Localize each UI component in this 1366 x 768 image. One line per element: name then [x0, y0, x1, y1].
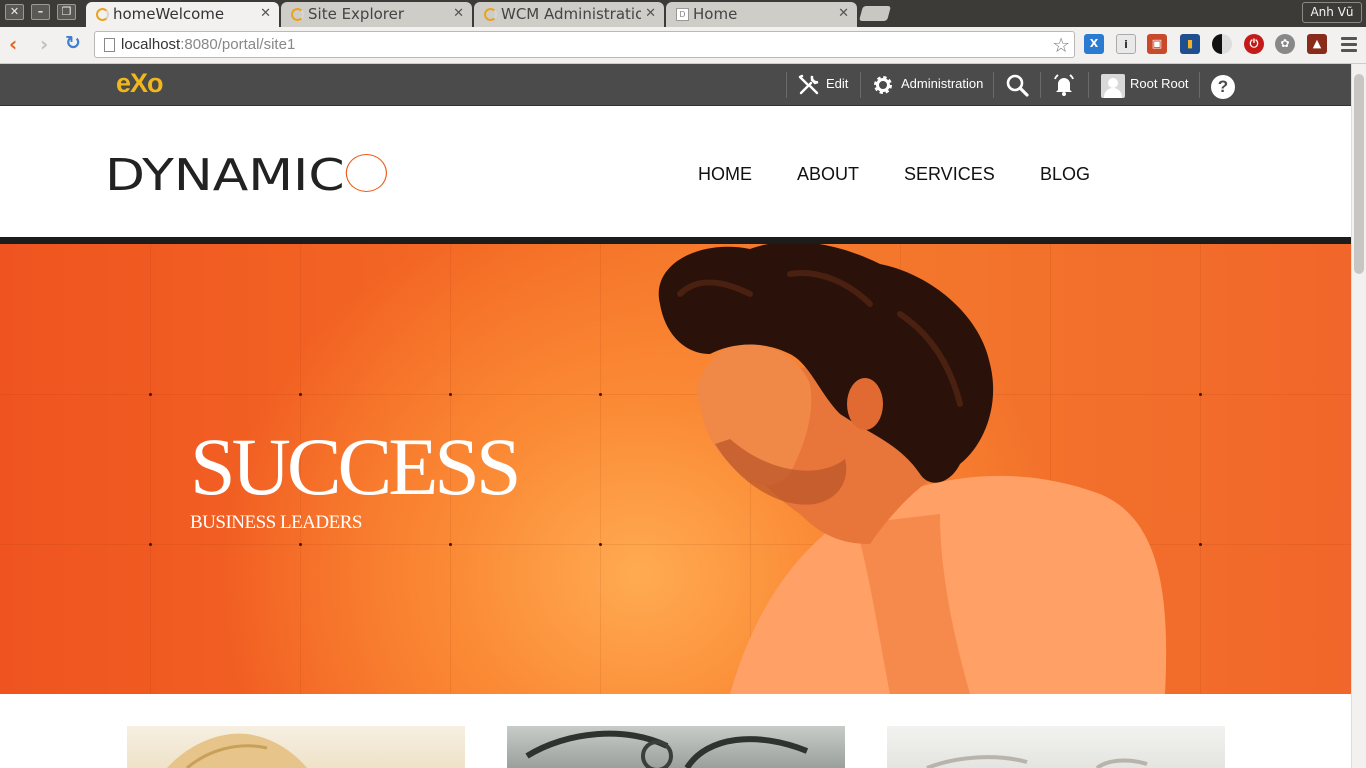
- page-scrollbar[interactable]: [1351, 64, 1366, 768]
- site-header: DYNAMIC HOME ABOUT SERVICES BLOG: [0, 106, 1351, 237]
- browser-menu-icon[interactable]: [1341, 37, 1357, 55]
- extension-translate-icon[interactable]: X: [1084, 34, 1104, 54]
- search-icon[interactable]: [1005, 73, 1029, 97]
- exo-logo[interactable]: eXo: [116, 68, 164, 99]
- nav-about[interactable]: ABOUT: [797, 164, 859, 184]
- extension-stats-icon[interactable]: ▮: [1180, 34, 1200, 54]
- url-host: localhost: [121, 36, 181, 53]
- hero-subtitle: BUSINESS LEADERS: [190, 512, 363, 533]
- user-name-label[interactable]: Root Root: [1130, 76, 1189, 92]
- tab-homewelcome[interactable]: homeWelcome ✕: [86, 2, 279, 27]
- help-icon[interactable]: ?: [1211, 75, 1235, 99]
- reload-button[interactable]: ↻: [65, 32, 81, 54]
- close-icon[interactable]: ✕: [838, 2, 849, 26]
- browser-toolbar: ‹ › ↻ localhost:8080/portal/site1 ☆ X i …: [0, 27, 1366, 64]
- page-favicon-icon: D: [676, 8, 689, 21]
- feature-card-image[interactable]: [127, 726, 465, 768]
- close-icon[interactable]: ✕: [260, 2, 271, 26]
- toolbar-divider: [1199, 72, 1200, 98]
- browser-tab-bar: ✕ – ❐ homeWelcome ✕ Site Explorer ✕ WCM …: [0, 0, 1366, 27]
- address-bar[interactable]: localhost:8080/portal/site1 ☆: [94, 31, 1075, 58]
- url-text[interactable]: localhost:8080/portal/site1: [121, 35, 295, 55]
- tab-wcm-administration[interactable]: WCM Administration ✕: [474, 2, 664, 27]
- loading-spinner-icon: [291, 8, 304, 21]
- close-icon[interactable]: ✕: [453, 2, 464, 26]
- header-divider: [0, 237, 1351, 244]
- back-button[interactable]: ‹: [9, 33, 17, 55]
- site-logo[interactable]: DYNAMIC: [105, 150, 388, 201]
- url-path: :8080/portal/site1: [180, 36, 296, 53]
- toolbar-divider: [1040, 72, 1041, 98]
- extension-image-icon[interactable]: ▲: [1307, 34, 1327, 54]
- window-close-button[interactable]: ✕: [5, 4, 24, 20]
- toolbar-divider: [786, 72, 787, 98]
- extension-adblock-icon[interactable]: ⏻: [1244, 34, 1264, 54]
- hero-banner: SUCCESS BUSINESS LEADERS: [0, 244, 1351, 694]
- notification-bell-icon[interactable]: [1052, 73, 1076, 97]
- tab-title: homeWelcome: [113, 5, 225, 23]
- toolbar-divider: [860, 72, 861, 98]
- toolbar-divider: [1088, 72, 1089, 98]
- tab-title: WCM Administration: [501, 5, 654, 23]
- loading-spinner-icon: [96, 8, 109, 21]
- scrollbar-thumb[interactable]: [1354, 74, 1364, 274]
- tab-title: Home: [693, 5, 738, 23]
- nav-blog[interactable]: BLOG: [1040, 164, 1090, 184]
- extension-save-icon[interactable]: ▣: [1147, 34, 1167, 54]
- hero-title: SUCCESS: [190, 421, 522, 512]
- tab-title: Site Explorer: [308, 5, 405, 23]
- hero-person-image: [658, 244, 1167, 694]
- feature-card-image[interactable]: [507, 726, 845, 768]
- user-avatar-icon[interactable]: [1101, 74, 1125, 98]
- new-tab-button[interactable]: [858, 6, 892, 21]
- toolbar-divider: [993, 72, 994, 98]
- administration-menu-label[interactable]: Administration: [901, 76, 983, 92]
- browser-user-button[interactable]: Anh Vũ: [1302, 2, 1362, 23]
- nav-home[interactable]: HOME: [698, 164, 752, 184]
- feature-card-image[interactable]: [887, 726, 1225, 768]
- forward-button[interactable]: ›: [40, 33, 48, 55]
- bookmark-star-icon[interactable]: ☆: [1052, 33, 1070, 57]
- wrench-icon[interactable]: [797, 73, 821, 97]
- tab-site-explorer[interactable]: Site Explorer ✕: [281, 2, 472, 27]
- extension-info-icon[interactable]: i: [1116, 34, 1136, 54]
- loading-spinner-icon: [484, 8, 497, 21]
- gear-icon[interactable]: [871, 73, 895, 97]
- close-icon[interactable]: ✕: [641, 2, 656, 26]
- window-minimize-button[interactable]: –: [31, 4, 50, 20]
- extension-contrast-icon[interactable]: [1212, 34, 1232, 54]
- tab-home[interactable]: D Home ✕: [666, 2, 857, 27]
- extension-film-icon[interactable]: ✿: [1275, 34, 1295, 54]
- window-maximize-button[interactable]: ❐: [57, 4, 76, 20]
- page-icon: [104, 38, 115, 52]
- nav-services[interactable]: SERVICES: [904, 164, 995, 184]
- site-logo-text: DYNAMIC: [105, 150, 345, 201]
- edit-menu-label[interactable]: Edit: [826, 76, 848, 92]
- exo-toolbar: eXo Edit Administration Root Root ?: [0, 64, 1351, 106]
- logo-o-circle: [345, 154, 388, 192]
